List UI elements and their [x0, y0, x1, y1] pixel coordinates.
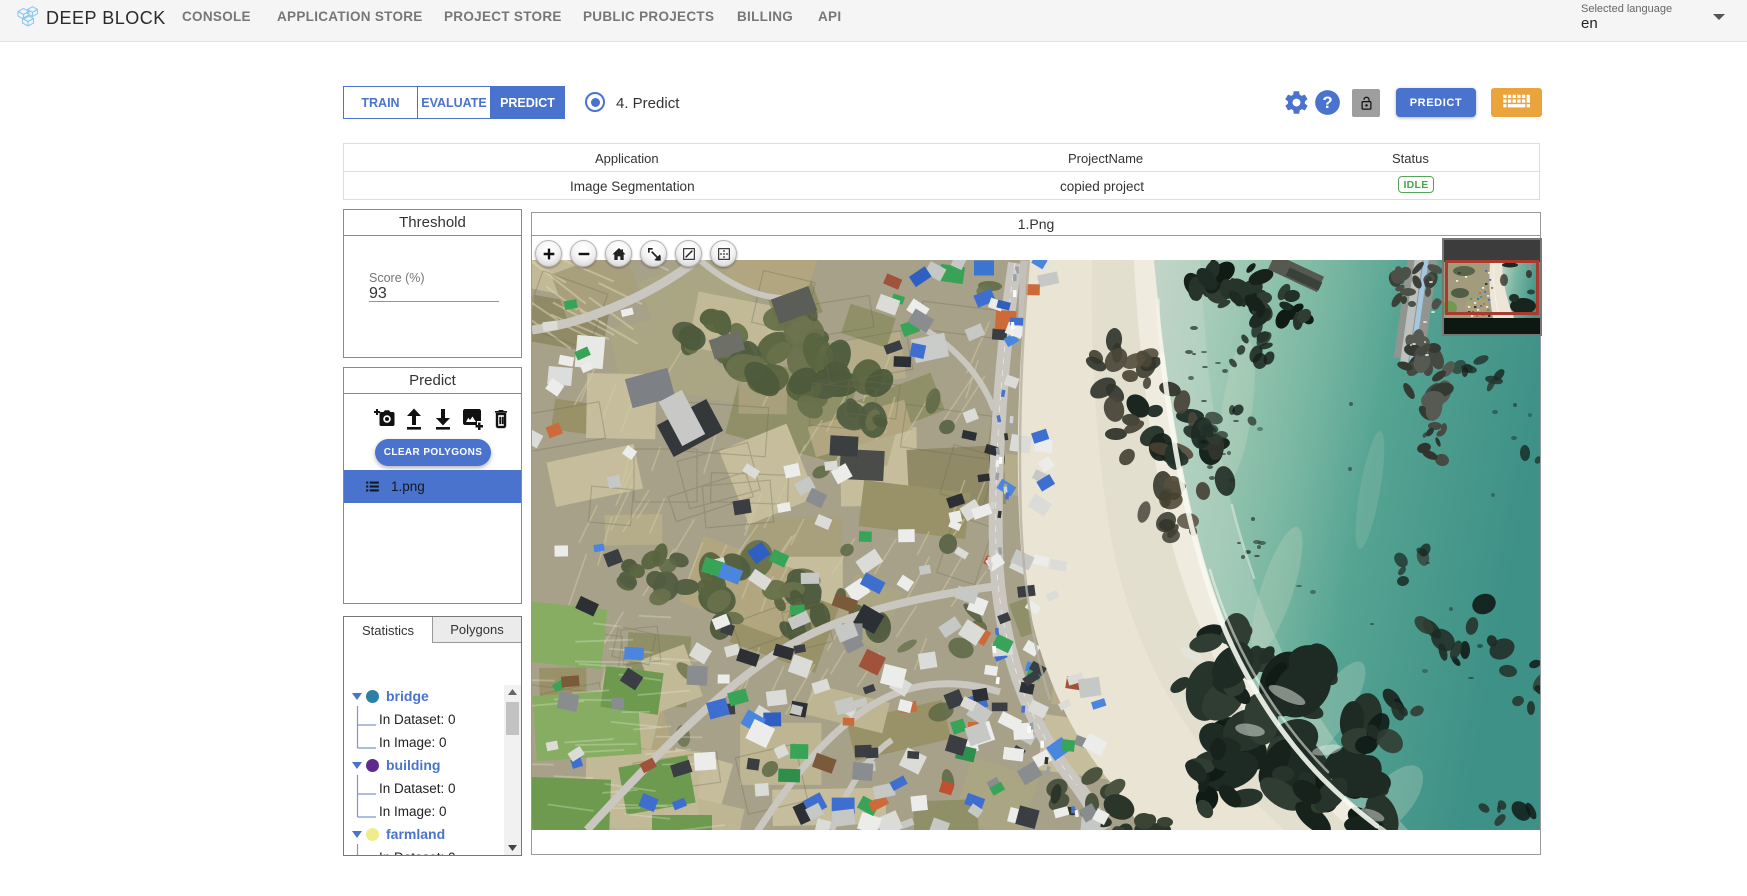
svg-text:?: ? — [1322, 93, 1332, 112]
